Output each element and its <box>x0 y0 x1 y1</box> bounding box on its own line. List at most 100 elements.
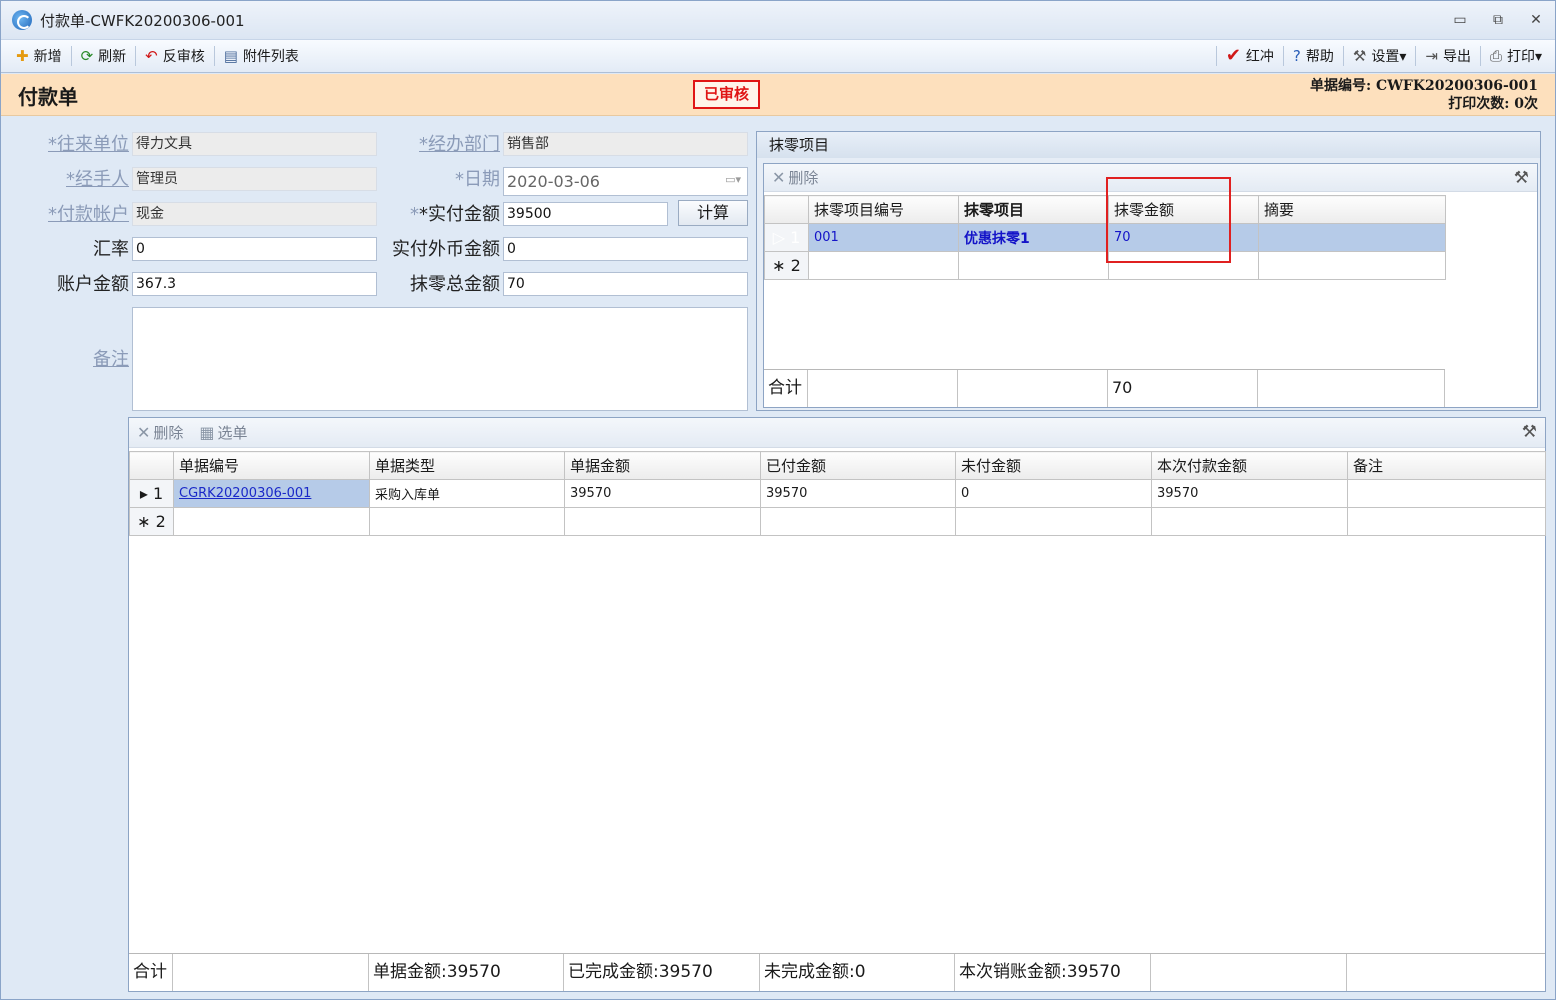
account-balance-input[interactable]: 367.3 <box>132 272 377 296</box>
cell-unpaid[interactable]: 0 <box>955 479 1152 508</box>
toolbar-divider <box>1415 46 1417 66</box>
restore-button[interactable]: ⧉ <box>1489 11 1507 29</box>
table-row[interactable]: ▸ 1 CGRK20200306-001 采购入库单 39570 39570 0… <box>129 479 1546 508</box>
cell-paid[interactable] <box>760 507 956 536</box>
cell-type[interactable] <box>369 507 565 536</box>
cell-type[interactable]: 采购入库单 <box>369 479 565 508</box>
unaudit-button[interactable]: ↶ 反审核 <box>138 43 212 69</box>
cell-doc-no[interactable]: CGRK20200306-001 <box>173 479 370 508</box>
cell-amount[interactable] <box>564 507 761 536</box>
doc-no-link[interactable]: CGRK20200306-001 <box>179 486 311 501</box>
handler-field[interactable]: 管理员 <box>132 167 377 191</box>
grid-settings-icon[interactable]: ⚒ <box>1522 422 1537 442</box>
attachment-list-button[interactable]: ▤ 附件列表 <box>217 43 306 69</box>
cell-item[interactable]: 优惠抹零1 <box>958 223 1109 252</box>
foreign-amount-label: 实付外币金额 <box>392 239 500 260</box>
export-icon: ⇥ <box>1425 46 1438 65</box>
cell-doc-no[interactable] <box>173 507 370 536</box>
row-number[interactable]: ▸ 1 <box>129 479 174 508</box>
rounding-footer: 合计 70 <box>764 369 1445 407</box>
cell-code[interactable] <box>808 251 959 280</box>
column-header[interactable]: 备注 <box>1347 451 1546 480</box>
cell-note[interactable] <box>1258 223 1446 252</box>
page-title: 付款单 <box>18 85 78 109</box>
settings-button[interactable]: ⚒ 设置▾ <box>1346 43 1413 69</box>
column-header[interactable]: 抹零项目 <box>958 195 1109 224</box>
date-field[interactable]: 2020-03-06 ▭▾ <box>503 167 748 196</box>
row-number-text: 2 <box>790 256 801 275</box>
audited-stamp: 已审核 <box>693 80 760 109</box>
column-header[interactable]: 抹零金额 <box>1108 195 1259 224</box>
window-title: 付款单-CWFK20200306-001 <box>40 11 245 30</box>
column-header[interactable]: 单据编号 <box>173 451 370 480</box>
calendar-icon[interactable]: ▭▾ <box>719 173 741 187</box>
account-label[interactable]: *付款帐户 <box>21 202 129 228</box>
exchange-rate-input[interactable]: 0 <box>132 237 377 261</box>
account-balance-label: 账户金额 <box>57 274 129 295</box>
partner-field[interactable]: 得力文具 <box>132 132 377 156</box>
cell-note[interactable] <box>1347 507 1546 536</box>
row-number[interactable]: ∗ 2 <box>129 507 174 536</box>
table-row[interactable]: ∗ 2 <box>764 251 1446 280</box>
cell-amount[interactable]: 70 <box>1108 223 1259 252</box>
rounding-total-input[interactable]: 70 <box>503 272 748 296</box>
rounding-delete-button[interactable]: ✕ 删除 <box>772 167 818 188</box>
account-field[interactable]: 现金 <box>132 202 377 226</box>
close-button[interactable]: ✕ <box>1527 11 1545 29</box>
footer-amount: 70 <box>1108 370 1258 407</box>
export-button[interactable]: ⇥ 导出 <box>1418 43 1478 69</box>
cell-note[interactable] <box>1258 251 1446 280</box>
column-header[interactable]: 未付金额 <box>955 451 1152 480</box>
footer-cell <box>1347 954 1545 991</box>
row-number-text: 1 <box>152 484 164 503</box>
row-number[interactable]: ▷ 1 <box>764 223 809 252</box>
exchange-rate-label: 汇率 <box>93 239 129 260</box>
add-button[interactable]: ✚ 新增 <box>9 43 69 69</box>
column-header[interactable]: 已付金额 <box>760 451 956 480</box>
footer-label: 合计 <box>129 954 173 991</box>
column-header[interactable]: 摘要 <box>1258 195 1446 224</box>
toolbar-divider <box>135 46 137 66</box>
cell-item[interactable] <box>958 251 1109 280</box>
refresh-button[interactable]: ⟳ 刷新 <box>74 43 134 69</box>
table-row[interactable]: ∗ 2 <box>129 507 1546 536</box>
refresh-icon: ⟳ <box>80 46 94 65</box>
footer-writeoff-amount: 本次销账金额:39570 <box>955 954 1151 991</box>
cell-amount[interactable] <box>1108 251 1259 280</box>
dept-field[interactable]: 销售部 <box>503 132 748 156</box>
dept-label[interactable]: *经办部门 <box>391 132 500 158</box>
cell-code[interactable]: 001 <box>808 223 959 252</box>
cell-this-pay[interactable]: 39570 <box>1151 479 1348 508</box>
minimize-button[interactable]: ▭ <box>1451 11 1469 29</box>
column-header[interactable]: 单据金额 <box>564 451 761 480</box>
settings-label: 设置▾ <box>1371 49 1407 65</box>
row-number[interactable]: ∗ 2 <box>764 251 809 280</box>
cell-unpaid[interactable] <box>955 507 1152 536</box>
cell-amount[interactable]: 39570 <box>564 479 761 508</box>
rounding-panel-title: 抹零项目 <box>757 132 1540 158</box>
red-reverse-button[interactable]: ✔ 红冲 <box>1219 43 1281 69</box>
detail-delete-button[interactable]: ✕ 删除 <box>137 422 183 443</box>
remark-textarea[interactable] <box>132 307 748 411</box>
toolbar-divider <box>1479 46 1481 66</box>
partner-label[interactable]: *往来单位 <box>21 132 129 158</box>
grid-settings-icon[interactable]: ⚒ <box>1514 168 1529 188</box>
table-row[interactable]: ▷ 1 001 优惠抹零1 70 <box>764 223 1446 252</box>
paid-amount-input[interactable]: 39500 <box>503 202 668 226</box>
select-order-button[interactable]: ▦ 选单 <box>199 422 247 443</box>
column-header[interactable]: 单据类型 <box>369 451 565 480</box>
cell-note[interactable] <box>1347 479 1546 508</box>
help-button[interactable]: ? 帮助 <box>1286 43 1341 69</box>
row-number-text: 1 <box>790 228 801 247</box>
column-header[interactable]: 本次付款金额 <box>1151 451 1348 480</box>
cell-paid[interactable]: 39570 <box>760 479 956 508</box>
toolbar-divider <box>1215 46 1217 66</box>
cell-this-pay[interactable] <box>1151 507 1348 536</box>
detail-grid-toolbar: ✕ 删除 ▦ 选单 ⚒ <box>129 418 1545 448</box>
column-header[interactable]: 抹零项目编号 <box>808 195 959 224</box>
help-icon: ? <box>1292 46 1301 65</box>
foreign-amount-input[interactable]: 0 <box>503 237 748 261</box>
print-button[interactable]: ⎙ 打印▾ <box>1483 43 1549 69</box>
calculate-button[interactable]: 计算 <box>678 200 748 226</box>
handler-label[interactable]: *经手人 <box>21 167 129 193</box>
